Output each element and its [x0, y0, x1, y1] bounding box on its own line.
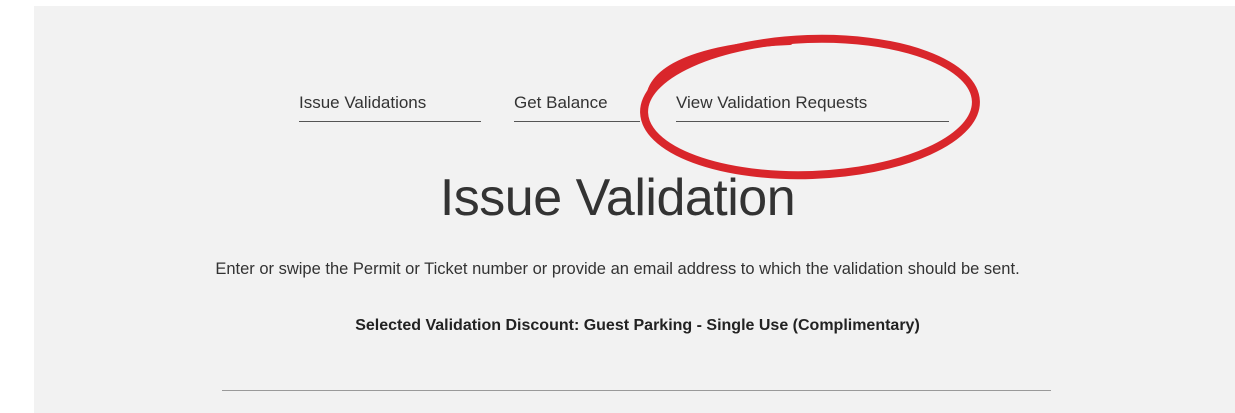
- nav-link-get-balance-label: Get Balance: [514, 93, 608, 112]
- nav-link-underline: [514, 121, 640, 122]
- instructions-text: Enter or swipe the Permit or Ticket numb…: [215, 260, 1020, 278]
- nav-link-underline: [299, 121, 481, 122]
- nav-link-issue-validations[interactable]: Issue Validations: [299, 92, 481, 122]
- nav-link-view-validation-requests[interactable]: View Validation Requests: [676, 92, 949, 122]
- nav-link-view-validation-requests-label: View Validation Requests: [676, 93, 868, 112]
- selected-discount-text: Selected Validation Discount: Guest Park…: [355, 317, 920, 334]
- validation-nav: Issue Validations Get Balance View Valid…: [0, 0, 1235, 122]
- nav-link-underline: [676, 121, 949, 122]
- nav-link-issue-validations-label: Issue Validations: [299, 93, 427, 112]
- section-divider: [222, 390, 1051, 391]
- page-title: Issue Validation: [439, 169, 796, 227]
- nav-link-get-balance[interactable]: Get Balance: [514, 92, 640, 122]
